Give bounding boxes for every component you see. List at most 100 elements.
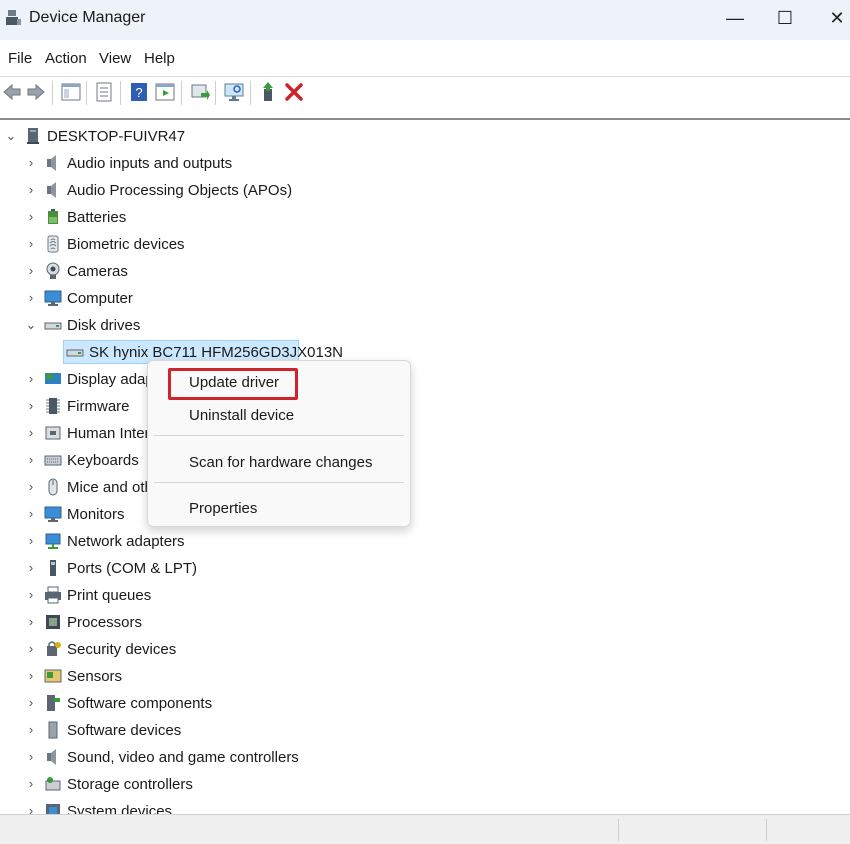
chevron-right-icon[interactable]: › (25, 426, 37, 440)
chevron-right-icon[interactable]: › (25, 777, 37, 791)
tree-category-row[interactable]: › Computer (0, 285, 850, 312)
security-icon (47, 641, 61, 656)
show-hide-console-tree-icon[interactable] (60, 81, 82, 103)
tree-category-label: Sound, video and game controllers (67, 749, 299, 766)
chevron-right-icon[interactable]: › (25, 642, 37, 656)
tree-category-row[interactable]: › Audio Processing Objects (APOs) (0, 177, 850, 204)
tree-category-label: Processors (67, 614, 143, 631)
tree-category-row[interactable]: › Sensors (0, 663, 850, 690)
chevron-right-icon[interactable]: › (25, 183, 37, 197)
tree-category-row[interactable]: › Sound, video and game controllers (0, 744, 850, 771)
enable-device-icon[interactable] (258, 81, 280, 103)
menu-help[interactable]: Help (144, 50, 175, 67)
tree-category-row[interactable]: › Keyboards (0, 447, 850, 474)
chevron-right-icon[interactable]: › (25, 264, 37, 278)
chevron-right-icon[interactable]: › (25, 210, 37, 224)
tree-category-row[interactable]: › Monitors (0, 501, 850, 528)
tree-category-row[interactable]: › Security devices (0, 636, 850, 663)
chevron-right-icon[interactable]: › (25, 399, 37, 413)
tree-category-row[interactable]: ⌄ Disk drives (0, 312, 850, 339)
toolbar: ? (0, 77, 850, 109)
svg-text:?: ? (135, 85, 142, 100)
chevron-right-icon[interactable]: › (25, 615, 37, 629)
update-driver-menu-item[interactable]: Update driver (189, 374, 279, 391)
tree-category-row[interactable]: › Display adapt (0, 366, 850, 393)
menu-file[interactable]: File (8, 50, 32, 67)
software-device-icon (48, 721, 58, 739)
tree-category-row[interactable]: › Network adapters (0, 528, 850, 555)
back-icon[interactable] (1, 81, 23, 103)
tree-category-row[interactable]: › Mice and othe (0, 474, 850, 501)
tree-category-row[interactable]: › Firmware (0, 393, 850, 420)
title-bar: Device Manager — ☐ ✕ (0, 0, 850, 40)
tree-category-row[interactable]: › Print queues (0, 582, 850, 609)
update-driver-icon[interactable] (189, 81, 211, 103)
uninstall-device-menu-item[interactable]: Uninstall device (189, 407, 294, 424)
tree-category-row[interactable]: › Human Interfa (0, 420, 850, 447)
show-action-pane-icon[interactable] (154, 81, 176, 103)
tree-category-row[interactable]: › System devices (0, 798, 850, 814)
chevron-right-icon[interactable]: › (25, 696, 37, 710)
toolbar-separator (52, 81, 53, 105)
chevron-right-icon[interactable]: › (25, 561, 37, 575)
chevron-right-icon[interactable]: › (25, 588, 37, 602)
keyboard-icon (44, 455, 62, 466)
chevron-right-icon[interactable]: › (25, 291, 37, 305)
tree-category-label: Software components (67, 695, 213, 712)
chevron-right-icon[interactable]: › (25, 750, 37, 764)
tree-category-row[interactable]: › Biometric devices (0, 231, 850, 258)
tree-category-label: Keyboards (67, 452, 139, 469)
tree-device-row-selected[interactable]: SK hynix BC711 HFM256GD3JX013N (0, 339, 850, 366)
scan-hardware-menu-item[interactable]: Scan for hardware changes (189, 454, 372, 471)
chevron-right-icon[interactable]: › (25, 372, 37, 386)
scan-hardware-icon[interactable] (223, 81, 245, 103)
chevron-right-icon[interactable]: › (25, 237, 37, 251)
tree-category-row[interactable]: › Cameras (0, 258, 850, 285)
menu-separator (154, 482, 404, 483)
maximize-button[interactable]: ☐ (760, 0, 810, 36)
chevron-down-icon[interactable]: ⌄ (5, 129, 17, 143)
chevron-right-icon[interactable]: › (25, 453, 37, 467)
tree-category-label: Disk drives (67, 317, 141, 334)
minimize-button[interactable]: — (710, 0, 760, 36)
properties-menu-item[interactable]: Properties (189, 500, 257, 517)
status-separator (766, 819, 767, 841)
chevron-right-icon[interactable]: › (25, 723, 37, 737)
disk-drive-icon (66, 349, 84, 357)
tree-category-label: Sensors (67, 668, 123, 685)
chevron-right-icon[interactable]: › (25, 534, 37, 548)
display-adapter-icon (45, 373, 61, 384)
toolbar-separator (86, 81, 87, 105)
tree-category-row[interactable]: › Storage controllers (0, 771, 850, 798)
chevron-right-icon[interactable]: › (25, 804, 37, 815)
tree-category-row[interactable]: › Software components (0, 690, 850, 717)
menu-view[interactable]: View (99, 50, 131, 67)
software-component-icon (47, 695, 60, 711)
uninstall-device-icon[interactable] (283, 81, 305, 103)
chevron-right-icon[interactable]: › (25, 156, 37, 170)
tree-category-row[interactable]: › Audio inputs and outputs (0, 150, 850, 177)
chevron-down-icon[interactable]: ⌄ (25, 318, 37, 332)
tree-root[interactable]: ⌄ DESKTOP-FUIVR47 (0, 123, 850, 150)
chevron-right-icon[interactable]: › (25, 669, 37, 683)
disk-device-label: SK hynix BC711 HFM256GD3JX013N (89, 344, 344, 361)
help-icon[interactable]: ? (128, 81, 150, 103)
tree-category-row[interactable]: › Batteries (0, 204, 850, 231)
forward-icon[interactable] (25, 81, 47, 103)
chevron-right-icon[interactable]: › (25, 480, 37, 494)
properties-icon[interactable] (93, 81, 115, 103)
tree-category-row[interactable]: › Software devices (0, 717, 850, 744)
chip-icon (46, 398, 60, 414)
status-separator (618, 819, 619, 841)
tree-category-label: Audio inputs and outputs (67, 155, 233, 172)
tree-category-label: Audio Processing Objects (APOs) (67, 182, 293, 199)
monitor-icon (44, 506, 62, 522)
tree-category-row[interactable]: › Processors (0, 609, 850, 636)
close-window-button[interactable]: ✕ (812, 0, 850, 36)
menu-action[interactable]: Action (45, 50, 87, 67)
tree-category-row[interactable]: › Ports (COM & LPT) (0, 555, 850, 582)
toolbar-separator (120, 81, 121, 105)
toolbar-separator (250, 81, 251, 105)
chevron-right-icon[interactable]: › (25, 507, 37, 521)
tree-category-label: Cameras (67, 263, 128, 280)
